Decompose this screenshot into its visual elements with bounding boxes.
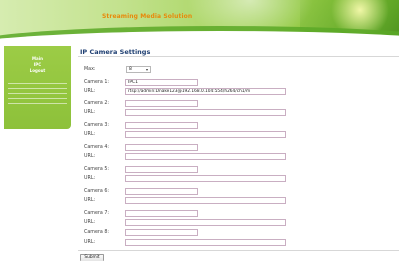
camera-6-url-input[interactable] <box>125 197 286 204</box>
sidebar-divider <box>8 98 67 99</box>
sidebar-divider <box>8 83 67 84</box>
camera-1-url-label: URL: <box>84 89 96 94</box>
camera-4-label: Camera 4: <box>84 145 110 150</box>
sidebar-divider <box>8 88 67 89</box>
camera-4-url-label: URL: <box>84 154 96 159</box>
camera-5-label: Camera 5: <box>84 167 110 172</box>
camera-2-label: Camera 2: <box>84 101 110 106</box>
sidebar-menu: Main IPC Logout <box>4 46 71 74</box>
camera-4-name-input[interactable] <box>125 144 198 151</box>
max-cameras-select[interactable]: 8 ▾ <box>126 66 151 73</box>
camera-3-name-input[interactable] <box>125 122 198 129</box>
page-title: IP Camera Settings <box>80 48 151 56</box>
camera-7-label: Camera 7: <box>84 211 110 216</box>
camera-3-url-input[interactable] <box>125 131 286 138</box>
camera-2-url-label: URL: <box>84 110 96 115</box>
camera-1-name-input[interactable]: IPC1 <box>125 79 198 86</box>
camera-8-url-label: URL: <box>84 240 96 245</box>
camera-5-name-input[interactable] <box>125 166 198 173</box>
submit-button[interactable]: Submit <box>80 254 104 261</box>
header-title: Streaming Media Solution <box>102 13 193 20</box>
camera-6-name-input[interactable] <box>125 188 198 195</box>
title-divider <box>78 56 399 57</box>
max-select-value: 8 <box>129 67 132 72</box>
form-divider <box>78 250 399 251</box>
camera-7-url-label: URL: <box>84 220 96 225</box>
chevron-down-icon: ▾ <box>145 67 148 72</box>
sidebar: Main IPC Logout <box>4 46 71 129</box>
max-label: Max: <box>84 67 96 72</box>
camera-5-url-input[interactable] <box>125 175 286 182</box>
header-banner: Streaming Media Solution <box>0 0 399 42</box>
camera-8-label: Camera 8: <box>84 230 110 235</box>
camera-7-name-input[interactable] <box>125 210 198 217</box>
sidebar-divider <box>8 93 67 94</box>
camera-6-url-label: URL: <box>84 198 96 203</box>
camera-5-url-label: URL: <box>84 176 96 181</box>
camera-2-name-input[interactable] <box>125 100 198 107</box>
camera-4-url-input[interactable] <box>125 153 286 160</box>
camera-8-name-input[interactable] <box>125 229 198 236</box>
camera-3-url-label: URL: <box>84 132 96 137</box>
camera-1-url-input[interactable]: rtsp://admin:Dnake123@192.168.0.104:554/… <box>125 88 286 95</box>
camera-3-label: Camera 3: <box>84 123 110 128</box>
camera-7-url-input[interactable] <box>125 219 286 226</box>
camera-6-label: Camera 6: <box>84 189 110 194</box>
sidebar-dividers <box>4 74 71 104</box>
camera-1-label: Camera 1: <box>84 80 110 85</box>
sidebar-divider <box>8 103 67 104</box>
camera-2-url-input[interactable] <box>125 109 286 116</box>
camera-8-url-input[interactable] <box>125 239 286 246</box>
